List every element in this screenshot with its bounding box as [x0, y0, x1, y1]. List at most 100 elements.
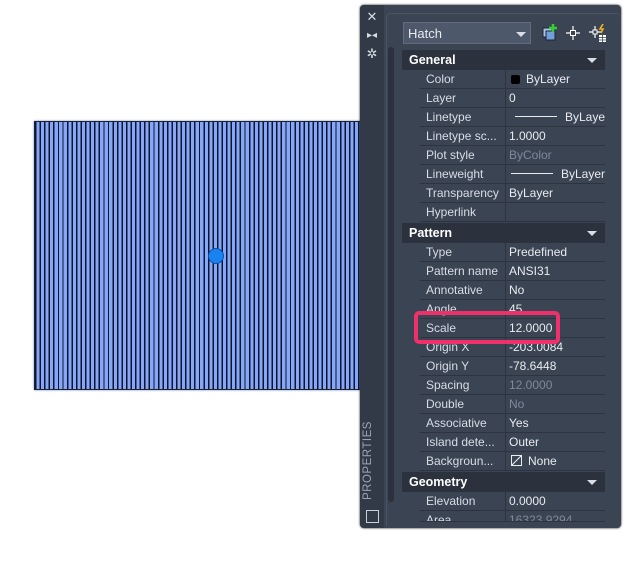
- settings-icon[interactable]: ✲: [365, 47, 379, 61]
- property-label: Backgroun...: [420, 452, 506, 470]
- pickadd-toggle-icon[interactable]: [541, 24, 559, 42]
- object-type-value: Hatch: [408, 26, 442, 41]
- value-text: None: [528, 454, 557, 468]
- property-row-elevation[interactable]: Elevation 0.0000: [420, 492, 605, 511]
- property-value: 16323.9294: [509, 513, 573, 521]
- hatch-center-grip[interactable]: [208, 248, 224, 264]
- property-row-spacing[interactable]: Spacing 12.0000: [420, 376, 605, 395]
- property-value[interactable]: 0.0000: [506, 492, 605, 510]
- property-label: Annotative: [420, 281, 506, 299]
- property-row-color[interactable]: Color ByLayer: [420, 70, 605, 89]
- property-value[interactable]: Yes: [506, 414, 605, 432]
- property-row-type[interactable]: Type Predefined: [420, 243, 605, 262]
- object-type-dropdown[interactable]: Hatch: [403, 22, 531, 44]
- select-objects-icon[interactable]: [564, 24, 582, 42]
- property-label: Linetype: [420, 108, 506, 126]
- scrollbar[interactable]: [388, 47, 394, 502]
- palette-title-strip: ✕ ▸◂ ✲ PROPERTIES: [360, 5, 384, 528]
- property-value[interactable]: 1.0000: [506, 127, 605, 145]
- property-row-background-color[interactable]: Backgroun... None: [420, 452, 605, 471]
- property-row-lineweight[interactable]: Lineweight ByLayer: [420, 165, 605, 184]
- property-label: Double: [420, 395, 506, 413]
- value-text: ByLayer: [561, 167, 605, 181]
- property-value[interactable]: 12.0000: [506, 319, 605, 337]
- category-geometry[interactable]: Geometry: [402, 472, 605, 492]
- property-row-origin-y[interactable]: Origin Y -78.6448: [420, 357, 605, 376]
- property-label: Associative: [420, 414, 506, 432]
- property-grid: General Color ByLayer Layer 0 Linetype ByLa…: [402, 49, 605, 522]
- palette-properties-icon[interactable]: [366, 510, 379, 523]
- property-label: Hyperlink: [420, 203, 506, 221]
- property-row-hyperlink[interactable]: Hyperlink: [420, 203, 605, 222]
- property-label: Area: [420, 511, 506, 521]
- property-label: Lineweight: [420, 165, 506, 183]
- property-value[interactable]: 45: [506, 300, 605, 318]
- property-value[interactable]: ByLayer: [506, 108, 605, 126]
- property-label: Type: [420, 243, 506, 261]
- hatch-object[interactable]: [34, 121, 366, 390]
- property-row-plot-style[interactable]: Plot style ByColor: [420, 146, 605, 165]
- property-value: ByColor: [509, 148, 552, 162]
- property-value: No: [509, 397, 525, 411]
- category-label: General: [409, 53, 456, 67]
- property-row-double[interactable]: Double No: [420, 395, 605, 414]
- properties-palette: ✕ ▸◂ ✲ PROPERTIES Hatch General Color ByL…: [360, 5, 621, 528]
- line-sample-icon: [511, 173, 553, 174]
- color-swatch-icon: [511, 75, 520, 84]
- category-label: Geometry: [409, 475, 468, 489]
- property-row-associative[interactable]: Associative Yes: [420, 414, 605, 433]
- property-label: Linetype sc...: [420, 127, 506, 145]
- property-value[interactable]: Predefined: [506, 243, 605, 261]
- property-row-island-detection[interactable]: Island dete... Outer: [420, 433, 605, 452]
- property-value[interactable]: -78.6448: [506, 357, 605, 375]
- property-label: Island dete...: [420, 433, 506, 451]
- property-value[interactable]: 0: [506, 89, 605, 107]
- chevron-down-icon: [516, 32, 526, 37]
- property-value[interactable]: ANSI31: [506, 262, 605, 280]
- collapse-icon: [587, 480, 597, 485]
- value-text: ByLayer: [565, 110, 605, 124]
- no-color-icon: [511, 455, 522, 466]
- property-label: Layer: [420, 89, 506, 107]
- collapse-icon: [587, 231, 597, 236]
- property-row-area[interactable]: Area 16323.9294: [420, 511, 605, 522]
- property-label: Transparency: [420, 184, 506, 202]
- property-label: Plot style: [420, 146, 506, 164]
- category-label: Pattern: [409, 226, 453, 240]
- property-row-scale[interactable]: Scale 12.0000: [420, 319, 605, 338]
- property-label: Scale: [420, 319, 506, 337]
- collapse-icon: [587, 58, 597, 63]
- property-value[interactable]: ByLayer: [506, 70, 605, 88]
- property-row-origin-x[interactable]: Origin X -203.0084: [420, 338, 605, 357]
- property-label: Elevation: [420, 492, 506, 510]
- property-row-transparency[interactable]: Transparency ByLayer: [420, 184, 605, 203]
- property-label: Spacing: [420, 376, 506, 394]
- property-row-annotative[interactable]: Annotative No: [420, 281, 605, 300]
- property-row-linetype[interactable]: Linetype ByLayer: [420, 108, 605, 127]
- value-text: ByLayer: [526, 72, 571, 86]
- category-pattern[interactable]: Pattern: [402, 223, 605, 243]
- line-sample-icon: [515, 116, 557, 117]
- property-label: Color: [420, 70, 506, 88]
- property-value[interactable]: [506, 203, 605, 221]
- property-value[interactable]: Outer: [506, 433, 605, 451]
- property-row-angle[interactable]: Angle 45: [420, 300, 605, 319]
- property-value[interactable]: -203.0084: [506, 338, 605, 356]
- property-value[interactable]: None: [506, 452, 605, 470]
- property-value[interactable]: ByLayer: [506, 184, 605, 202]
- auto-hide-icon[interactable]: ▸◂: [365, 29, 379, 43]
- category-general[interactable]: General: [402, 50, 605, 70]
- quick-select-icon[interactable]: [589, 24, 607, 42]
- palette-title: PROPERTIES: [362, 421, 374, 500]
- property-label: Origin X: [420, 338, 506, 356]
- property-value[interactable]: No: [506, 281, 605, 299]
- property-label: Origin Y: [420, 357, 506, 375]
- property-row-pattern-name[interactable]: Pattern name ANSI31: [420, 262, 605, 281]
- property-row-linetype-scale[interactable]: Linetype sc... 1.0000: [420, 127, 605, 146]
- property-value: 12.0000: [509, 378, 553, 392]
- property-label: Angle: [420, 300, 506, 318]
- property-value[interactable]: ByLayer: [506, 165, 605, 183]
- close-icon[interactable]: ✕: [365, 10, 379, 24]
- property-label: Pattern name: [420, 262, 506, 280]
- property-row-layer[interactable]: Layer 0: [420, 89, 605, 108]
